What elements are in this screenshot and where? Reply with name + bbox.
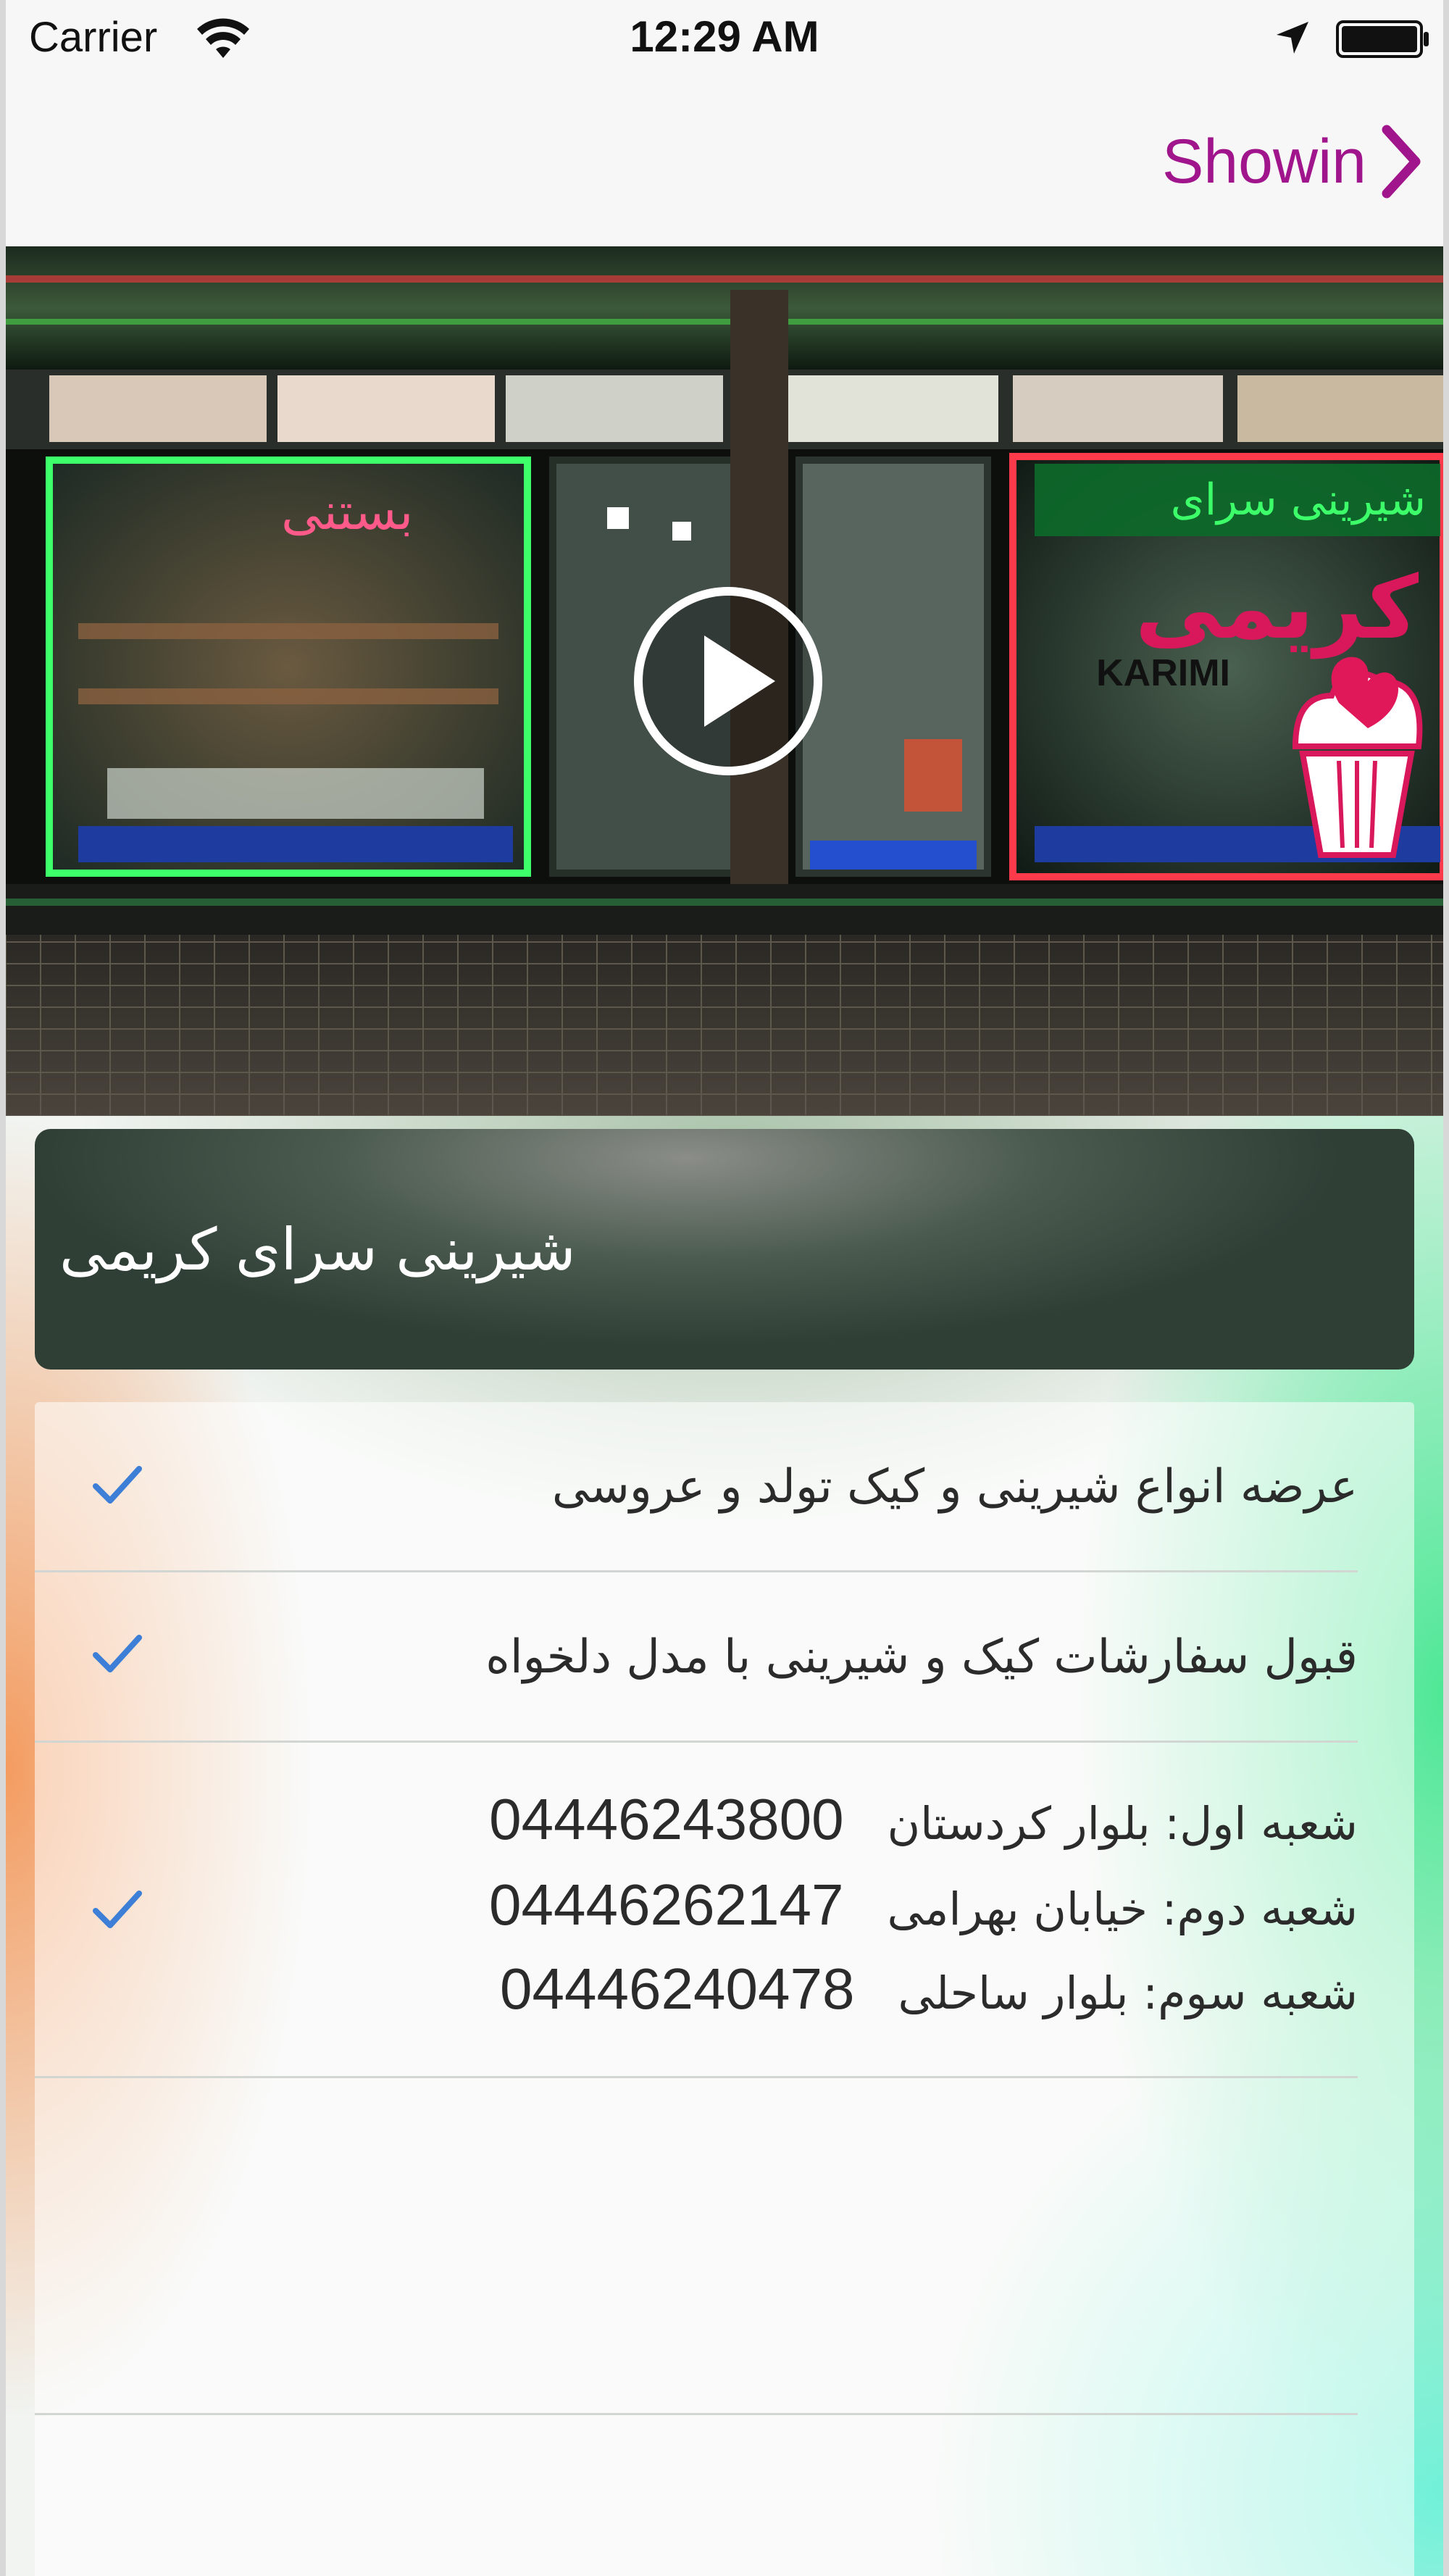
navigation-bar: Showin bbox=[6, 80, 1443, 249]
title-card: شیرینی سرای کریمی bbox=[35, 1129, 1414, 1370]
svg-text:ﺷﯿﺮﯾﻨﯽ ﺳﺮﺍﯼ: ﺷﯿﺮﯾﻨﯽ ﺳﺮﺍﯼ bbox=[1171, 475, 1426, 525]
svg-text:ﺑﺴﺘﻨﯽ: ﺑﺴﺘﻨﯽ bbox=[281, 482, 414, 541]
sign-latin: KARIMI bbox=[1096, 652, 1230, 694]
sign-persian: ﻛﺮﯾﻤﯽ bbox=[1135, 558, 1419, 659]
empty-list-item bbox=[35, 2078, 1414, 2413]
branch-line: شعبه اول: بلوار کردستان 04446243800 bbox=[489, 1786, 1358, 1853]
branch-phone: 04446240478 bbox=[500, 1956, 855, 2021]
shop-title: شیرینی سرای کریمی bbox=[59, 1215, 576, 1283]
list-item[interactable]: عرضه انواع شیرینی و کیک تولد و عروسی bbox=[35, 1402, 1414, 1570]
list-item-text: قبول سفارشات کیک و شیرینی با مدل دلخواه bbox=[485, 1630, 1358, 1684]
branch-line: شعبه سوم: بلوار ساحلی 04446240478 bbox=[500, 1956, 1358, 2022]
frame-border-right bbox=[1443, 0, 1449, 2576]
showin-forward-button[interactable]: Showin bbox=[1162, 122, 1423, 201]
battery-icon bbox=[1336, 20, 1429, 58]
branch-line: شعبه دوم: خیابان بهرامی 04446262147 bbox=[489, 1872, 1358, 1938]
chevron-right-icon bbox=[1382, 125, 1421, 199]
info-list: عرضه انواع شیرینی و کیک تولد و عروسی قبو… bbox=[35, 1402, 1414, 2576]
list-item-branches[interactable]: شعبه اول: بلوار کردستان 04446243800 شعبه… bbox=[35, 1743, 1414, 2076]
storefront-photo: ﺑﺴﺘﻨﯽ ﺷﯿﺮﯾﻨﯽ ﺳﺮﺍﯼ ﻛﺮﯾﻤﯽ KARIMI bbox=[6, 246, 1443, 1116]
branch-phone: 04446262147 bbox=[489, 1872, 844, 1937]
separator bbox=[35, 2413, 1358, 2415]
location-icon bbox=[1277, 22, 1308, 54]
play-icon[interactable] bbox=[630, 583, 826, 779]
list-item[interactable]: قبول سفارشات کیک و شیرینی با مدل دلخواه bbox=[35, 1572, 1414, 1741]
frame-border-left bbox=[0, 0, 6, 2576]
branch-address: شعبه سوم: بلوار ساحلی bbox=[898, 1967, 1358, 2019]
status-bar: Carrier 12:29 AM bbox=[6, 0, 1443, 80]
branch-phone: 04446243800 bbox=[489, 1787, 844, 1851]
branch-address: شعبه دوم: خیابان بهرامی bbox=[887, 1883, 1358, 1935]
list-item-text: عرضه انواع شیرینی و کیک تولد و عروسی bbox=[551, 1460, 1358, 1514]
showin-label: Showin bbox=[1161, 126, 1366, 196]
checkmark-icon bbox=[93, 1891, 142, 1928]
checkmark-icon bbox=[93, 1466, 142, 1504]
branch-address: شعبه اول: بلوار کردستان bbox=[887, 1797, 1358, 1850]
clock: 12:29 AM bbox=[630, 12, 819, 61]
checkmark-icon bbox=[93, 1635, 142, 1672]
